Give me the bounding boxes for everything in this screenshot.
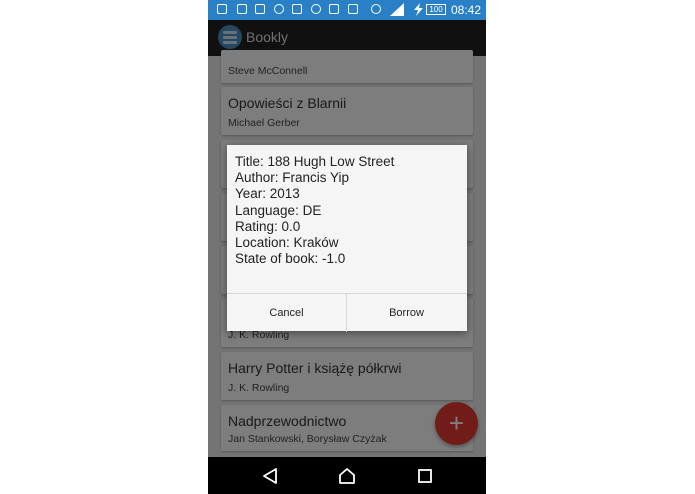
borrow-button[interactable]: Borrow bbox=[347, 294, 466, 332]
app-notification-icon bbox=[255, 4, 265, 14]
battery-icon: 100 bbox=[426, 4, 446, 15]
detail-state: State of book: -1.0 bbox=[235, 251, 346, 267]
usb-icon bbox=[237, 4, 247, 14]
bag-notification-icon bbox=[348, 4, 358, 14]
detail-language: Language: DE bbox=[235, 202, 322, 218]
photo-notification-icon bbox=[329, 4, 339, 14]
alarm-icon bbox=[371, 4, 381, 14]
detail-title: Title: 188 Hugh Low Street bbox=[235, 154, 395, 169]
back-triangle-icon[interactable] bbox=[250, 457, 290, 494]
recents-square-icon[interactable] bbox=[405, 457, 445, 494]
missed-call-icon bbox=[292, 4, 302, 14]
lightbulb-icon bbox=[274, 4, 284, 14]
detail-location: Location: Kraków bbox=[235, 235, 339, 251]
cancel-button[interactable]: Cancel bbox=[227, 294, 346, 332]
status-bar: 100 08:42 bbox=[208, 0, 486, 20]
signal-icon bbox=[390, 3, 404, 16]
detail-year: Year: 2013 bbox=[235, 186, 300, 202]
dialog-actions: Cancel Borrow bbox=[227, 293, 467, 332]
home-circle-icon[interactable] bbox=[327, 457, 367, 494]
image-notification-icon bbox=[217, 4, 227, 14]
book-details: Title: 188 Hugh Low Street Author: Franc… bbox=[235, 154, 394, 267]
detail-rating: Rating: 0.0 bbox=[235, 218, 301, 234]
detail-author: Author: Francis Yip bbox=[235, 170, 350, 186]
charging-icon bbox=[414, 3, 423, 16]
book-details-dialog: Title: 188 Hugh Low Street Author: Franc… bbox=[227, 145, 467, 332]
phone-screen: 100 08:42 Bookly Steve McConnell Opowieś… bbox=[208, 0, 486, 494]
android-icon bbox=[311, 4, 321, 14]
status-time: 08:42 bbox=[451, 3, 482, 17]
navigation-bar bbox=[208, 457, 486, 494]
